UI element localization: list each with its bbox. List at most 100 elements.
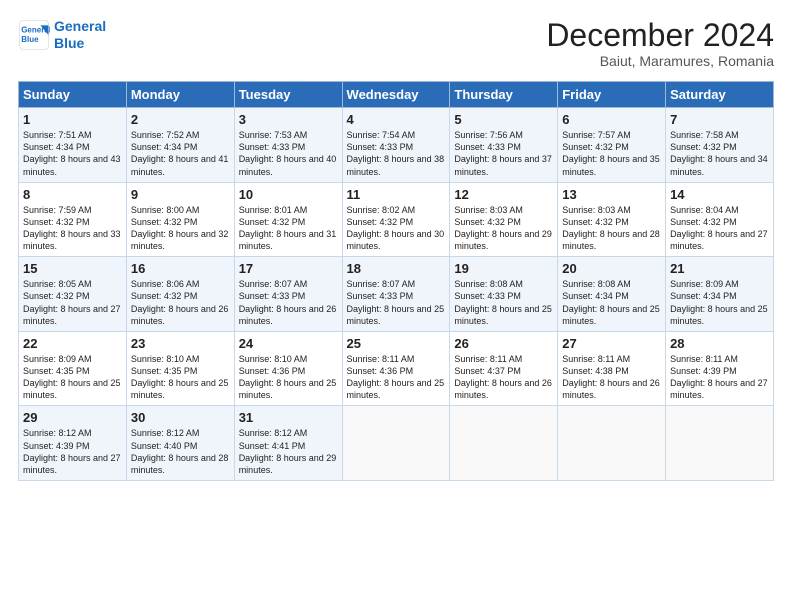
page: General Blue General Blue December 2024 … bbox=[0, 0, 792, 491]
calendar-cell: 10Sunrise: 8:01 AMSunset: 4:32 PMDayligh… bbox=[234, 182, 342, 257]
cell-info: Sunrise: 8:09 AMSunset: 4:34 PMDaylight:… bbox=[670, 279, 768, 325]
cell-info: Sunrise: 7:53 AMSunset: 4:33 PMDaylight:… bbox=[239, 130, 337, 176]
cell-info: Sunrise: 8:07 AMSunset: 4:33 PMDaylight:… bbox=[347, 279, 445, 325]
calendar-cell: 26Sunrise: 8:11 AMSunset: 4:37 PMDayligh… bbox=[450, 331, 558, 406]
calendar-cell: 12Sunrise: 8:03 AMSunset: 4:32 PMDayligh… bbox=[450, 182, 558, 257]
column-header-thursday: Thursday bbox=[450, 82, 558, 108]
logo: General Blue General Blue bbox=[18, 18, 106, 52]
calendar-cell: 2 Sunrise: 7:52 AMSunset: 4:34 PMDaylight… bbox=[126, 108, 234, 183]
calendar-cell: 5 Sunrise: 7:56 AMSunset: 4:33 PMDaylight… bbox=[450, 108, 558, 183]
cell-info: Sunrise: 8:04 AMSunset: 4:32 PMDaylight:… bbox=[670, 205, 768, 251]
day-number: 25 bbox=[347, 336, 446, 351]
day-number: 15 bbox=[23, 261, 122, 276]
cell-info: Sunrise: 8:11 AMSunset: 4:36 PMDaylight:… bbox=[347, 354, 445, 400]
calendar-cell: 23 Sunrise: 8:10 AMSunset: 4:35 PMDayligh… bbox=[126, 331, 234, 406]
logo-text-line1: General bbox=[54, 18, 106, 35]
column-header-monday: Monday bbox=[126, 82, 234, 108]
column-header-friday: Friday bbox=[558, 82, 666, 108]
calendar-cell: 15 Sunrise: 8:05 AMSunset: 4:32 PMDayligh… bbox=[19, 257, 127, 332]
cell-info: Sunrise: 8:07 AMSunset: 4:33 PMDaylight:… bbox=[239, 279, 337, 325]
cell-info: Sunrise: 8:11 AMSunset: 4:39 PMDaylight:… bbox=[670, 354, 768, 400]
cell-info: Sunrise: 8:06 AMSunset: 4:32 PMDaylight:… bbox=[131, 279, 229, 325]
cell-info: Sunrise: 8:09 AMSunset: 4:35 PMDaylight:… bbox=[23, 354, 121, 400]
day-number: 18 bbox=[347, 261, 446, 276]
cell-info: Sunrise: 8:00 AMSunset: 4:32 PMDaylight:… bbox=[131, 205, 229, 251]
calendar-cell: 25 Sunrise: 8:11 AMSunset: 4:36 PMDayligh… bbox=[342, 331, 450, 406]
cell-info: Sunrise: 7:56 AMSunset: 4:33 PMDaylight:… bbox=[454, 130, 552, 176]
location-subtitle: Baiut, Maramures, Romania bbox=[546, 53, 774, 69]
calendar-cell: 22 Sunrise: 8:09 AMSunset: 4:35 PMDayligh… bbox=[19, 331, 127, 406]
day-number: 2 bbox=[131, 112, 230, 127]
calendar-cell bbox=[450, 406, 558, 481]
day-number: 3 bbox=[239, 112, 338, 127]
calendar-cell bbox=[342, 406, 450, 481]
cell-info: Sunrise: 8:12 AMSunset: 4:41 PMDaylight:… bbox=[239, 428, 337, 474]
cell-info: Sunrise: 8:12 AMSunset: 4:40 PMDaylight:… bbox=[131, 428, 229, 474]
calendar-cell: 9Sunrise: 8:00 AMSunset: 4:32 PMDaylight… bbox=[126, 182, 234, 257]
calendar-cell: 24 Sunrise: 8:10 AMSunset: 4:36 PMDayligh… bbox=[234, 331, 342, 406]
column-header-wednesday: Wednesday bbox=[342, 82, 450, 108]
calendar-cell: 31 Sunrise: 8:12 AMSunset: 4:41 PMDayligh… bbox=[234, 406, 342, 481]
calendar-cell: 8Sunrise: 7:59 AMSunset: 4:32 PMDaylight… bbox=[19, 182, 127, 257]
calendar-week-row: 29 Sunrise: 8:12 AMSunset: 4:39 PMDayligh… bbox=[19, 406, 774, 481]
day-number: 29 bbox=[23, 410, 122, 425]
day-number: 6 bbox=[562, 112, 661, 127]
day-number: 7 bbox=[670, 112, 769, 127]
calendar-cell: 29 Sunrise: 8:12 AMSunset: 4:39 PMDayligh… bbox=[19, 406, 127, 481]
cell-info: Sunrise: 8:03 AMSunset: 4:32 PMDaylight:… bbox=[562, 205, 660, 251]
cell-info: Sunrise: 8:11 AMSunset: 4:38 PMDaylight:… bbox=[562, 354, 660, 400]
cell-info: Sunrise: 7:57 AMSunset: 4:32 PMDaylight:… bbox=[562, 130, 660, 176]
calendar-table: SundayMondayTuesdayWednesdayThursdayFrid… bbox=[18, 81, 774, 481]
calendar-cell: 17 Sunrise: 8:07 AMSunset: 4:33 PMDayligh… bbox=[234, 257, 342, 332]
day-number: 8 bbox=[23, 187, 122, 202]
column-header-sunday: Sunday bbox=[19, 82, 127, 108]
day-number: 28 bbox=[670, 336, 769, 351]
calendar-cell: 3 Sunrise: 7:53 AMSunset: 4:33 PMDaylight… bbox=[234, 108, 342, 183]
cell-info: Sunrise: 8:01 AMSunset: 4:32 PMDaylight:… bbox=[239, 205, 337, 251]
cell-info: Sunrise: 8:08 AMSunset: 4:33 PMDaylight:… bbox=[454, 279, 552, 325]
cell-info: Sunrise: 7:58 AMSunset: 4:32 PMDaylight:… bbox=[670, 130, 768, 176]
cell-info: Sunrise: 8:10 AMSunset: 4:35 PMDaylight:… bbox=[131, 354, 229, 400]
day-number: 14 bbox=[670, 187, 769, 202]
column-header-saturday: Saturday bbox=[666, 82, 774, 108]
calendar-cell: 28 Sunrise: 8:11 AMSunset: 4:39 PMDayligh… bbox=[666, 331, 774, 406]
calendar-cell: 20 Sunrise: 8:08 AMSunset: 4:34 PMDayligh… bbox=[558, 257, 666, 332]
calendar-cell: 14 Sunrise: 8:04 AMSunset: 4:32 PMDayligh… bbox=[666, 182, 774, 257]
day-number: 20 bbox=[562, 261, 661, 276]
day-number: 22 bbox=[23, 336, 122, 351]
calendar-week-row: 15 Sunrise: 8:05 AMSunset: 4:32 PMDayligh… bbox=[19, 257, 774, 332]
day-number: 4 bbox=[347, 112, 446, 127]
calendar-cell: 11 Sunrise: 8:02 AMSunset: 4:32 PMDayligh… bbox=[342, 182, 450, 257]
calendar-cell bbox=[558, 406, 666, 481]
calendar-cell: 4 Sunrise: 7:54 AMSunset: 4:33 PMDaylight… bbox=[342, 108, 450, 183]
cell-info: Sunrise: 7:52 AMSunset: 4:34 PMDaylight:… bbox=[131, 130, 229, 176]
calendar-cell: 13Sunrise: 8:03 AMSunset: 4:32 PMDayligh… bbox=[558, 182, 666, 257]
cell-info: Sunrise: 7:51 AMSunset: 4:34 PMDaylight:… bbox=[23, 130, 121, 176]
cell-info: Sunrise: 8:10 AMSunset: 4:36 PMDaylight:… bbox=[239, 354, 337, 400]
calendar-cell: 16Sunrise: 8:06 AMSunset: 4:32 PMDayligh… bbox=[126, 257, 234, 332]
cell-info: Sunrise: 8:05 AMSunset: 4:32 PMDaylight:… bbox=[23, 279, 121, 325]
calendar-week-row: 8Sunrise: 7:59 AMSunset: 4:32 PMDaylight… bbox=[19, 182, 774, 257]
calendar-cell: 27 Sunrise: 8:11 AMSunset: 4:38 PMDayligh… bbox=[558, 331, 666, 406]
cell-info: Sunrise: 7:54 AMSunset: 4:33 PMDaylight:… bbox=[347, 130, 445, 176]
day-number: 27 bbox=[562, 336, 661, 351]
cell-info: Sunrise: 8:12 AMSunset: 4:39 PMDaylight:… bbox=[23, 428, 121, 474]
calendar-cell: 7 Sunrise: 7:58 AMSunset: 4:32 PMDaylight… bbox=[666, 108, 774, 183]
day-number: 23 bbox=[131, 336, 230, 351]
day-number: 5 bbox=[454, 112, 553, 127]
cell-info: Sunrise: 8:08 AMSunset: 4:34 PMDaylight:… bbox=[562, 279, 660, 325]
calendar-header-row: SundayMondayTuesdayWednesdayThursdayFrid… bbox=[19, 82, 774, 108]
column-header-tuesday: Tuesday bbox=[234, 82, 342, 108]
day-number: 17 bbox=[239, 261, 338, 276]
calendar-cell: 30 Sunrise: 8:12 AMSunset: 4:40 PMDayligh… bbox=[126, 406, 234, 481]
calendar-week-row: 22 Sunrise: 8:09 AMSunset: 4:35 PMDayligh… bbox=[19, 331, 774, 406]
day-number: 11 bbox=[347, 187, 446, 202]
cell-info: Sunrise: 8:03 AMSunset: 4:32 PMDaylight:… bbox=[454, 205, 552, 251]
day-number: 31 bbox=[239, 410, 338, 425]
calendar-cell bbox=[666, 406, 774, 481]
day-number: 30 bbox=[131, 410, 230, 425]
month-title: December 2024 bbox=[546, 18, 774, 53]
day-number: 24 bbox=[239, 336, 338, 351]
calendar-cell: 19Sunrise: 8:08 AMSunset: 4:33 PMDayligh… bbox=[450, 257, 558, 332]
cell-info: Sunrise: 8:02 AMSunset: 4:32 PMDaylight:… bbox=[347, 205, 445, 251]
